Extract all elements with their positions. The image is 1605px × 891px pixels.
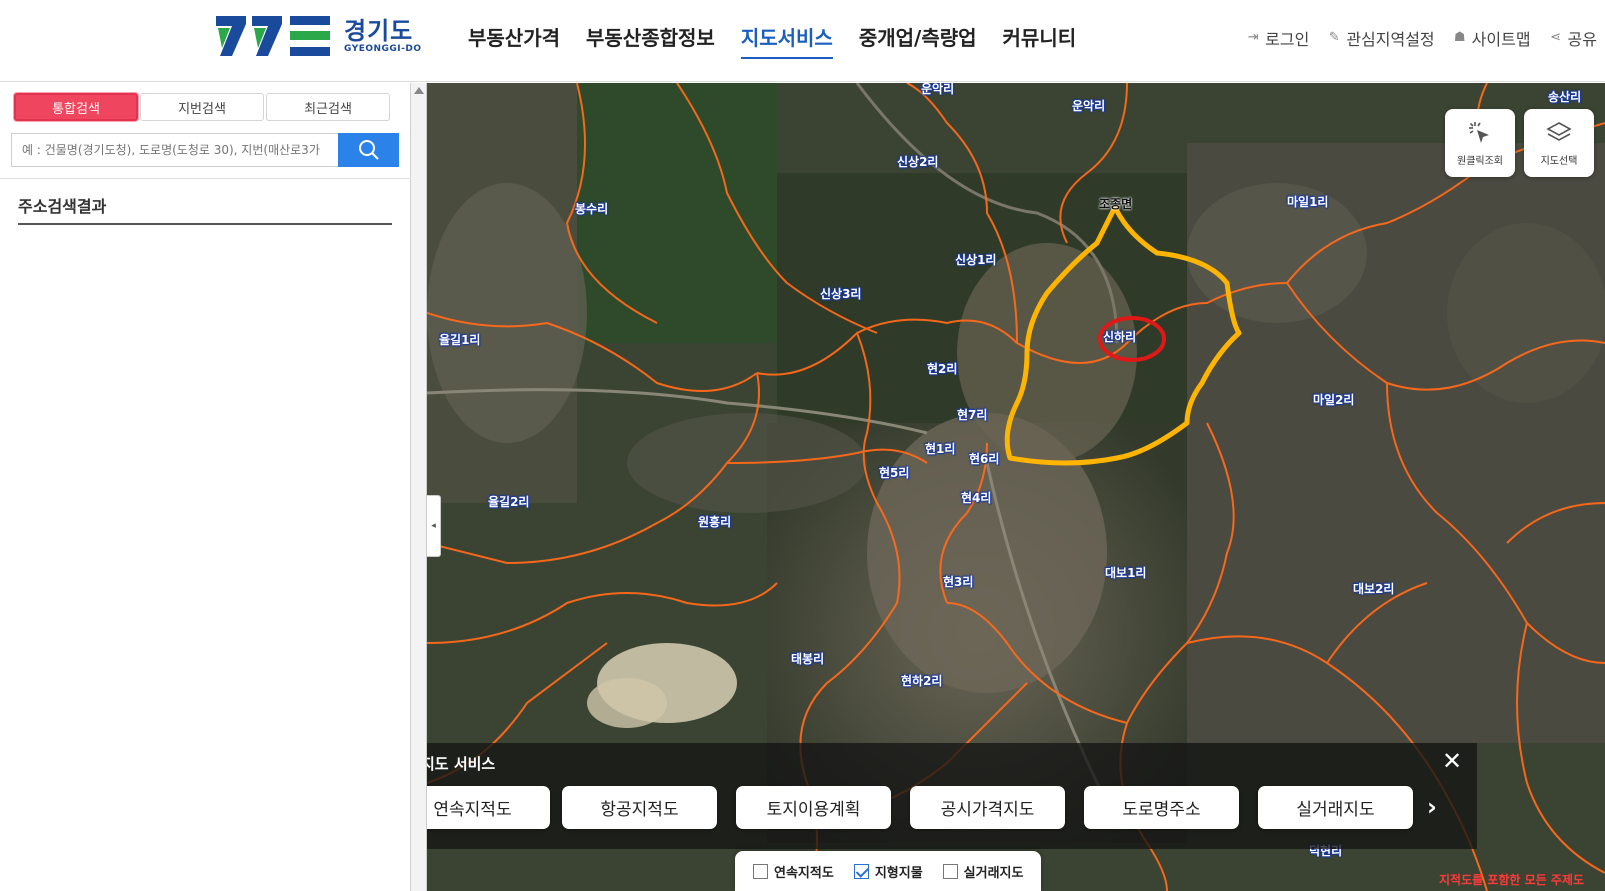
chevron-right-icon[interactable]: › [1427,793,1437,821]
gyeonggi-logo[interactable]: 경기도 GYEONGGI-DO [216,14,422,58]
nav-item-community[interactable]: 커뮤니티 [1003,22,1077,59]
search-input[interactable] [11,133,338,167]
layer-checkbox-terrain[interactable]: 지형지물 [853,862,923,881]
layer-label: 실거래지도 [963,865,1024,881]
service-button-official-price[interactable]: 공시가격지도 [910,786,1065,829]
map-view[interactable]: 운악리 운악리 송산리 신상2리 봉수리 조종면 마일1리 신상1리 신상3리 … [427,83,1605,891]
layers-icon [1546,121,1572,141]
share-link[interactable]: ⋖ 공유 [1549,26,1597,50]
service-button-land-use[interactable]: 토지이용계획 [736,786,891,829]
place-label: 송산리 [1548,90,1582,104]
nav-item-real-estate-info[interactable]: 부동산종합정보 [586,22,715,59]
search-box [11,133,399,167]
panel-scrollbar[interactable] [411,83,427,891]
close-icon[interactable]: ✕ [1442,747,1462,775]
gyeonggi-logo-mark-icon [216,14,334,58]
nav-item-real-estate-price[interactable]: 부동산가격 [468,22,560,59]
tab-integrated-search[interactable]: 통합검색 [14,93,138,121]
place-label: 마일1리 [1287,195,1329,209]
logo-korean-text: 경기도 [344,17,414,45]
place-label: 신상2리 [897,155,939,169]
layer-checkbox-cadastral[interactable]: 연속지적도 [753,862,834,881]
panel-collapse-handle[interactable]: ◂ [427,495,441,557]
share-icon: ⋖ [1550,30,1561,45]
pin-icon: ✎ [1328,30,1340,45]
map-select-label: 지도선택 [1540,155,1578,167]
place-label: 율길2리 [488,495,530,509]
place-label: 대보2리 [1353,582,1395,596]
place-label: 현1리 [925,442,956,456]
place-label: 현5리 [879,466,910,480]
login-link[interactable]: ⇥ 로그인 [1246,26,1310,50]
service-button-transaction[interactable]: 실거래지도 [1258,786,1413,829]
search-tabs: 통합검색 지번검색 최근검색 [14,93,390,121]
sitemap-label: 사이트맵 [1471,30,1531,49]
main-nav: 부동산가격 부동산종합정보 지도서비스 중개업/측량업 커뮤니티 [468,22,1102,59]
sitemap-link[interactable]: ☗ 사이트맵 [1453,26,1531,50]
checkbox-checked-icon[interactable] [853,863,869,879]
place-label: 운악리 [921,83,955,96]
site-header: 경기도 GYEONGGI-DO 부동산가격 부동산종합정보 지도서비스 중개업/… [0,0,1605,82]
search-button[interactable] [338,133,399,167]
result-section: 주소검색결과 [0,178,411,225]
tab-recent-search[interactable]: 최근검색 [266,93,390,121]
logo-english-text: GYEONGGI-DO [344,44,422,54]
login-icon: ⇥ [1247,30,1259,45]
service-button-road-address[interactable]: 도로명주소 [1084,786,1239,829]
place-label: 원흥리 [698,515,732,529]
place-label: 신상3리 [820,287,862,301]
chevron-left-icon: ◂ [431,521,436,531]
nav-item-map-service[interactable]: 지도서비스 [740,22,833,59]
layer-label: 지형지물 [874,865,923,881]
place-label: 봉수리 [575,202,609,216]
search-icon [358,140,379,160]
place-label: 대보1리 [1105,566,1147,580]
layer-checkbox-transaction[interactable]: 실거래지도 [942,862,1024,881]
interest-area-link[interactable]: ✎ 관심지역설정 [1327,26,1435,50]
scroll-up-icon[interactable] [414,87,424,94]
layer-label: 연속지적도 [774,865,834,881]
tab-lot-number-search[interactable]: 지번검색 [140,93,264,121]
checkbox-icon[interactable] [942,863,958,879]
place-label: 현7리 [957,408,988,422]
place-label: 현4리 [961,491,992,505]
place-label: 현하2리 [901,674,943,688]
place-label: 운악리 [1072,99,1106,113]
utility-menu: ⇥ 로그인 ✎ 관심지역설정 ☗ 사이트맵 ⋖ 공유 [1246,26,1597,50]
place-label: 조종면 [1099,197,1133,211]
place-label: 현2리 [927,362,958,376]
search-panel: 통합검색 지번검색 최근검색 주소검색결과 [0,83,411,891]
place-label: 신상1리 [955,253,997,267]
place-label: 태봉리 [791,652,825,666]
cursor-click-icon [1469,121,1489,143]
place-label: 현3리 [943,575,974,589]
map-service-title: 지도 서비스 [427,755,496,773]
login-label: 로그인 [1265,30,1310,49]
share-label: 공유 [1567,30,1597,49]
place-label: 현6리 [969,452,1000,466]
interest-area-label: 관심지역설정 [1346,30,1435,49]
result-title: 주소검색결과 [18,197,107,216]
checkbox-icon[interactable] [753,863,768,879]
map-select-button[interactable]: 지도선택 [1524,109,1594,177]
layer-toggle-panel: 연속지적도 지형지물 실거래지도 [735,851,1041,891]
sitemap-icon: ☗ [1453,30,1466,45]
result-divider [18,223,392,225]
place-label: 마일2리 [1313,393,1355,407]
map-footnote: 지적도를 포함한 모든 주제도 [1439,873,1585,887]
service-button-cadastral[interactable]: 연속지적도 [427,786,550,829]
one-click-lookup-label: 원클릭조회 [1457,155,1503,167]
nav-item-brokerage-survey[interactable]: 중개업/측량업 [859,22,977,59]
place-label: 신하리 [1103,330,1137,344]
one-click-lookup-button[interactable]: 원클릭조회 [1445,109,1515,177]
map-service-bar: 지도 서비스 ✕ 연속지적도 항공지적도 토지이용계획 공시가격지도 도로명주소… [427,743,1477,849]
service-button-aerial-cadastral[interactable]: 항공지적도 [562,786,717,829]
place-label: 율길1리 [439,333,481,347]
